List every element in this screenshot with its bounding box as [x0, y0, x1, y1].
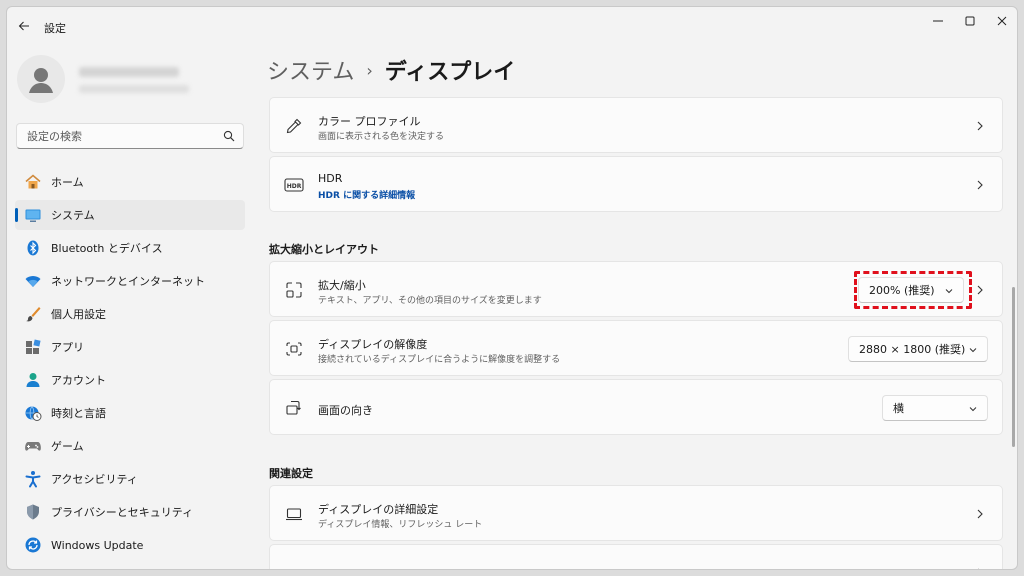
scale-icon	[284, 280, 304, 300]
sidebar-item-label: ホーム	[51, 176, 84, 189]
card-title: ディスプレイの詳細設定	[318, 503, 439, 516]
app-title: 設定	[44, 22, 66, 35]
sidebar-item-apps[interactable]: アプリ	[15, 332, 245, 362]
sidebar-item-label: アカウント	[51, 374, 106, 387]
sidebar-item-label: Windows Update	[51, 538, 144, 552]
orientation-dropdown-value: 横	[893, 402, 904, 415]
rotate-screen-icon	[284, 398, 304, 418]
back-button[interactable]	[13, 15, 35, 37]
chevron-down-icon	[969, 348, 977, 353]
highlight-annotation	[854, 271, 972, 309]
apps-icon	[23, 337, 43, 357]
sidebar-item-label: アクセシビリティ	[51, 473, 138, 486]
chevron-right-icon[interactable]	[974, 284, 986, 296]
chevron-right-icon	[977, 180, 983, 190]
title-bar: 設定	[7, 7, 1017, 41]
back-arrow-icon	[18, 21, 29, 31]
sidebar-item-label: ゲーム	[51, 440, 84, 453]
close-button[interactable]	[985, 9, 1017, 33]
card-subtitle: ディスプレイ情報、リフレッシュ レート	[318, 520, 483, 530]
chevron-right-icon	[977, 121, 983, 131]
orientation-card: 画面の向き 横	[269, 379, 1003, 435]
settings-window: 設定 ホーム	[6, 6, 1018, 570]
update-icon	[23, 535, 43, 555]
settings-search[interactable]	[16, 123, 244, 149]
gamepad-icon	[23, 436, 43, 456]
account-name-blurred	[79, 67, 179, 77]
search-input[interactable]	[17, 124, 217, 148]
card-subtitle: 画面に表示される色を決定する	[318, 132, 445, 142]
sidebar-item-accessibility[interactable]: アクセシビリティ	[15, 464, 245, 494]
scrollbar-thumb[interactable]	[1012, 287, 1015, 447]
chevron-down-icon	[969, 407, 977, 412]
sidebar-item-network[interactable]: ネットワークとインターネット	[15, 266, 245, 296]
sidebar-item-label: 時刻と言語	[51, 407, 106, 420]
card-title: HDR	[318, 172, 343, 185]
resolution-dropdown[interactable]: 2880 × 1800 (推奨)	[848, 336, 988, 362]
breadcrumb: システム › ディスプレイ	[267, 55, 515, 85]
sidebar-item-label: アプリ	[51, 341, 84, 354]
avatar	[17, 55, 65, 103]
svg-text:HDR: HDR	[287, 183, 302, 190]
hdr-card[interactable]: HDR HDR HDR に関する詳細情報	[269, 156, 1003, 212]
maximize-button[interactable]	[953, 9, 987, 33]
sidebar-item-label: ネットワークとインターネット	[51, 275, 205, 288]
card-title: 拡大/縮小	[318, 279, 366, 292]
sidebar-item-label: Bluetooth とデバイス	[51, 242, 163, 255]
account-icon	[23, 370, 43, 390]
sidebar-item-bluetooth[interactable]: Bluetooth とデバイス	[15, 233, 245, 263]
resolution-icon	[284, 339, 304, 359]
sidebar-item-label: 個人用設定	[51, 308, 106, 321]
wifi-icon	[23, 271, 43, 291]
sidebar-item-time-language[interactable]: 時刻と言語	[15, 398, 245, 428]
home-icon	[23, 172, 43, 192]
card-title: 画面の向き	[318, 404, 373, 417]
hdr-icon: HDR	[284, 175, 304, 195]
next-settings-card[interactable]	[269, 544, 1003, 569]
section-heading-scale-layout: 拡大縮小とレイアウト	[269, 243, 379, 256]
sidebar-item-home[interactable]: ホーム	[15, 167, 245, 197]
chevron-right-icon	[978, 568, 979, 569]
globe-clock-icon	[23, 403, 43, 423]
sidebar-item-accounts[interactable]: アカウント	[15, 365, 245, 395]
breadcrumb-parent[interactable]: システム	[267, 54, 354, 86]
color-picker-icon	[284, 116, 304, 136]
page-title: ディスプレイ	[384, 60, 516, 85]
close-icon	[997, 16, 1007, 26]
bluetooth-icon	[23, 238, 43, 258]
breadcrumb-separator: ›	[366, 60, 373, 80]
person-icon	[29, 68, 53, 93]
section-heading-related: 関連設定	[269, 467, 313, 480]
maximize-icon	[965, 16, 975, 26]
card-title: ディスプレイの解像度	[318, 338, 428, 351]
orientation-dropdown[interactable]: 横	[882, 395, 988, 421]
sidebar-item-system[interactable]: システム	[15, 200, 245, 230]
brush-icon	[23, 304, 43, 324]
resolution-dropdown-value: 2880 × 1800 (推奨)	[859, 343, 966, 356]
minimize-button[interactable]	[921, 9, 955, 33]
shield-icon	[23, 502, 43, 522]
card-subtitle: 接続されているディスプレイに合うように解像度を調整する	[318, 355, 561, 365]
sidebar-nav: ホーム システム Bluetooth とデバイス ネットワークとインターネット …	[15, 167, 245, 563]
search-icon[interactable]	[223, 130, 235, 145]
card-subtitle: テキスト、アプリ、その他の項目のサイズを変更します	[318, 296, 542, 306]
card-title: カラー プロファイル	[318, 115, 421, 128]
sidebar-item-gaming[interactable]: ゲーム	[15, 431, 245, 461]
sidebar-item-label: システム	[51, 209, 95, 222]
chevron-right-icon	[977, 509, 983, 519]
accessibility-icon	[23, 469, 43, 489]
sidebar-item-label: プライバシーとセキュリティ	[51, 506, 194, 519]
sidebar-item-personalization[interactable]: 個人用設定	[15, 299, 245, 329]
hdr-info-link[interactable]: HDR に関する詳細情報	[318, 188, 415, 201]
sidebar-item-windows-update[interactable]: Windows Update	[15, 530, 245, 560]
color-profile-card[interactable]: カラー プロファイル 画面に表示される色を決定する	[269, 97, 1003, 153]
minimize-icon	[933, 20, 943, 22]
monitor-icon	[284, 504, 304, 524]
advanced-display-card[interactable]: ディスプレイの詳細設定 ディスプレイ情報、リフレッシュ レート	[269, 485, 1003, 541]
resolution-card: ディスプレイの解像度 接続されているディスプレイに合うように解像度を調整する 2…	[269, 320, 1003, 376]
user-profile[interactable]	[17, 55, 257, 109]
sidebar-item-privacy[interactable]: プライバシーとセキュリティ	[15, 497, 245, 527]
system-icon	[23, 205, 43, 225]
account-email-blurred	[79, 85, 189, 93]
